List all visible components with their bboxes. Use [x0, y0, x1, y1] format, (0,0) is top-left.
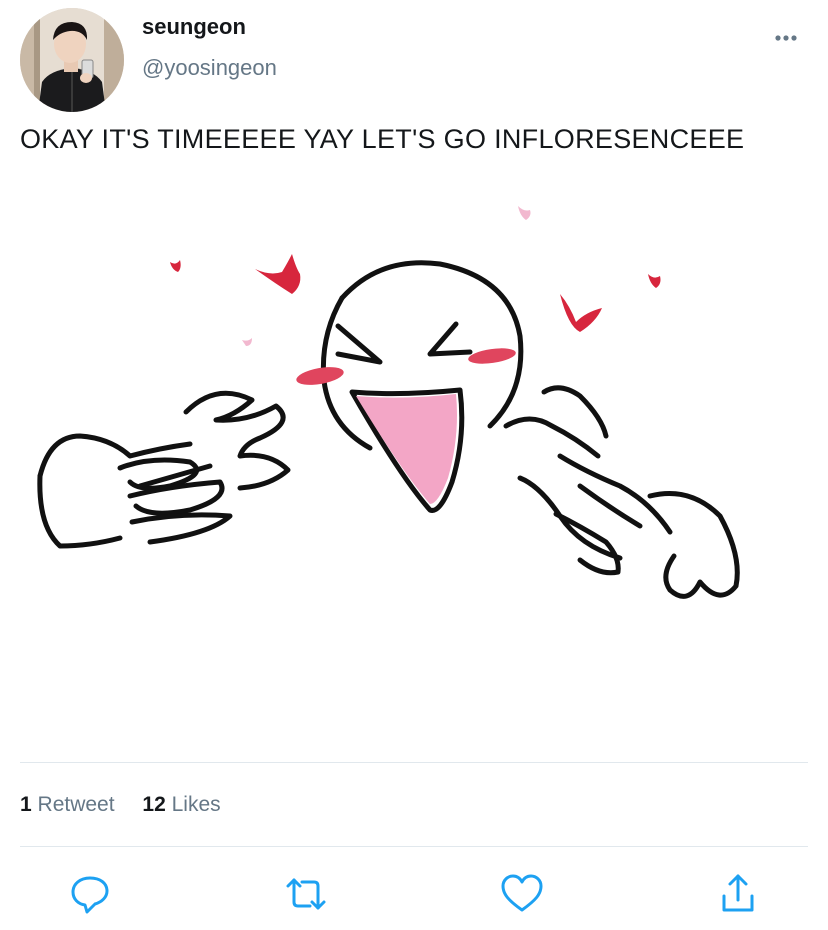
- likes-stat[interactable]: 12 Likes: [142, 793, 220, 816]
- divider-bottom: [20, 846, 808, 847]
- divider-top: [20, 762, 808, 763]
- engagement-stats: 1 Retweet 12 Likes: [20, 793, 243, 817]
- user-handle[interactable]: @yoosingeon: [142, 55, 277, 81]
- like-button[interactable]: [498, 870, 546, 918]
- reply-button[interactable]: [66, 870, 114, 918]
- heart-icon: [501, 874, 543, 912]
- reply-icon: [71, 876, 109, 914]
- retweet-button[interactable]: [282, 870, 330, 918]
- cheering-doodle-illustration: [20, 186, 810, 696]
- likes-label: Likes: [171, 793, 221, 816]
- display-name[interactable]: seungeon: [142, 14, 246, 40]
- tweet-media-image[interactable]: [20, 186, 810, 696]
- retweet-icon: [286, 878, 326, 910]
- more-dots-icon: [775, 35, 797, 41]
- more-options-button[interactable]: [768, 24, 804, 52]
- likes-count: 12: [142, 793, 166, 816]
- share-icon: [722, 874, 754, 912]
- avatar[interactable]: [20, 8, 124, 112]
- tweet-text: OKAY IT'S TIMEEEEE YAY LET'S GO INFLORES…: [20, 124, 745, 154]
- retweets-label: Retweet: [37, 793, 115, 816]
- avatar-photo: [20, 8, 124, 112]
- share-button[interactable]: [714, 870, 762, 918]
- retweets-count: 1: [20, 793, 32, 816]
- retweets-stat[interactable]: 1 Retweet: [20, 793, 115, 816]
